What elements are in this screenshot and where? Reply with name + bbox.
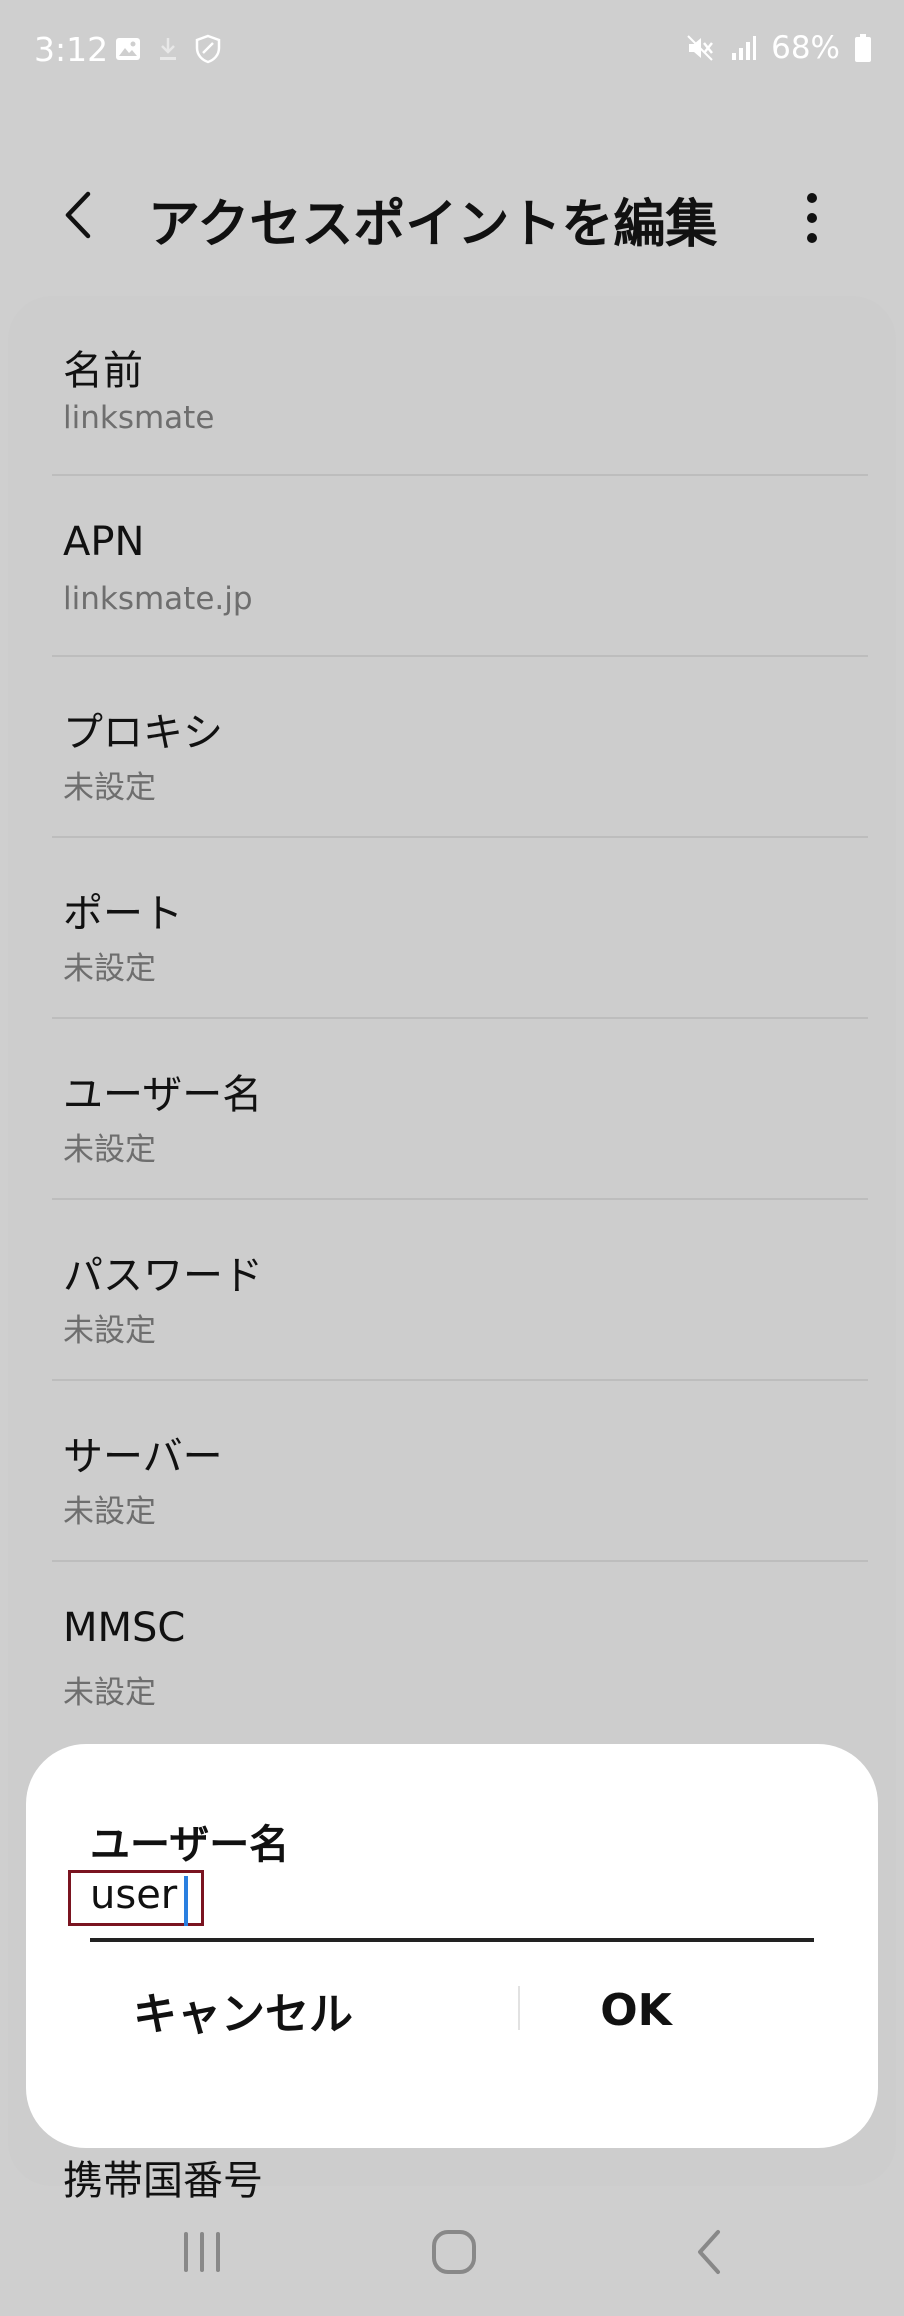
setting-value: linksmate.jp [63,581,253,617]
setting-item-apn[interactable]: APN linksmate.jp [8,477,896,657]
home-button[interactable] [424,2222,484,2282]
more-options-button[interactable] [792,188,832,248]
setting-value: 未設定 [63,1132,156,1168]
recent-apps-button[interactable] [172,2222,232,2282]
setting-value: 未設定 [63,770,156,806]
chevron-left-icon [65,191,91,239]
setting-value: linksmate [63,400,215,436]
setting-item-server[interactable]: サーバー 未設定 [8,1382,896,1562]
setting-item-password[interactable]: パスワード 未設定 [8,1201,896,1381]
text-cursor [184,1876,188,1926]
shield-icon [194,34,222,64]
setting-label: 名前 [63,348,143,394]
setting-label: プロキシ [63,710,223,756]
setting-value: 未設定 [63,1313,156,1349]
setting-item-proxy[interactable]: プロキシ 未設定 [8,658,896,838]
navigation-bar [0,2190,904,2316]
username-dialog: ユーザー名 user キャンセル OK [26,1744,878,2148]
setting-label: サーバー [63,1434,223,1480]
signal-icon [729,34,757,62]
page-title: アクセスポイントを編集 [148,195,718,255]
setting-label: APN [63,519,145,565]
back-arrow-icon [698,2230,720,2274]
mute-icon [685,33,715,63]
divider [52,655,868,657]
setting-item-username[interactable]: ユーザー名 未設定 [8,1020,896,1200]
download-icon [156,34,180,64]
image-icon [114,34,142,64]
battery-icon [854,33,872,63]
divider [52,1017,868,1019]
input-value: user [90,1872,178,1918]
setting-item-name[interactable]: 名前 linksmate [8,296,896,476]
setting-value: 未設定 [63,1494,156,1530]
app-bar: アクセスポイントを編集 [0,150,904,280]
setting-value: 未設定 [63,1675,156,1711]
divider [52,1560,868,1562]
divider [52,1379,868,1381]
divider [52,836,868,838]
username-input[interactable]: user [68,1864,814,1942]
divider [52,474,868,476]
more-vertical-icon [807,193,817,243]
setting-item-mmsc[interactable]: MMSC 未設定 [8,1563,896,1743]
setting-label: ユーザー名 [63,1072,263,1118]
dialog-title: ユーザー名 [90,1822,290,1868]
battery-percent: 68% [771,30,840,66]
cancel-button[interactable]: キャンセル [98,1950,388,2070]
ok-button[interactable]: OK [496,1950,776,2070]
divider [52,1198,868,1200]
status-time: 3:12 [34,30,109,69]
setting-label: ポート [63,891,183,937]
status-bar: 3:12 68% [0,0,904,110]
back-button[interactable] [52,180,112,250]
system-back-button[interactable] [680,2222,740,2282]
setting-label: MMSC [63,1605,186,1651]
setting-value: 未設定 [63,951,156,987]
input-underline [90,1938,814,1942]
setting-label: パスワード [63,1253,263,1299]
recent-apps-icon [184,2232,220,2272]
setting-item-port[interactable]: ポート 未設定 [8,839,896,1019]
home-icon [432,2230,476,2274]
